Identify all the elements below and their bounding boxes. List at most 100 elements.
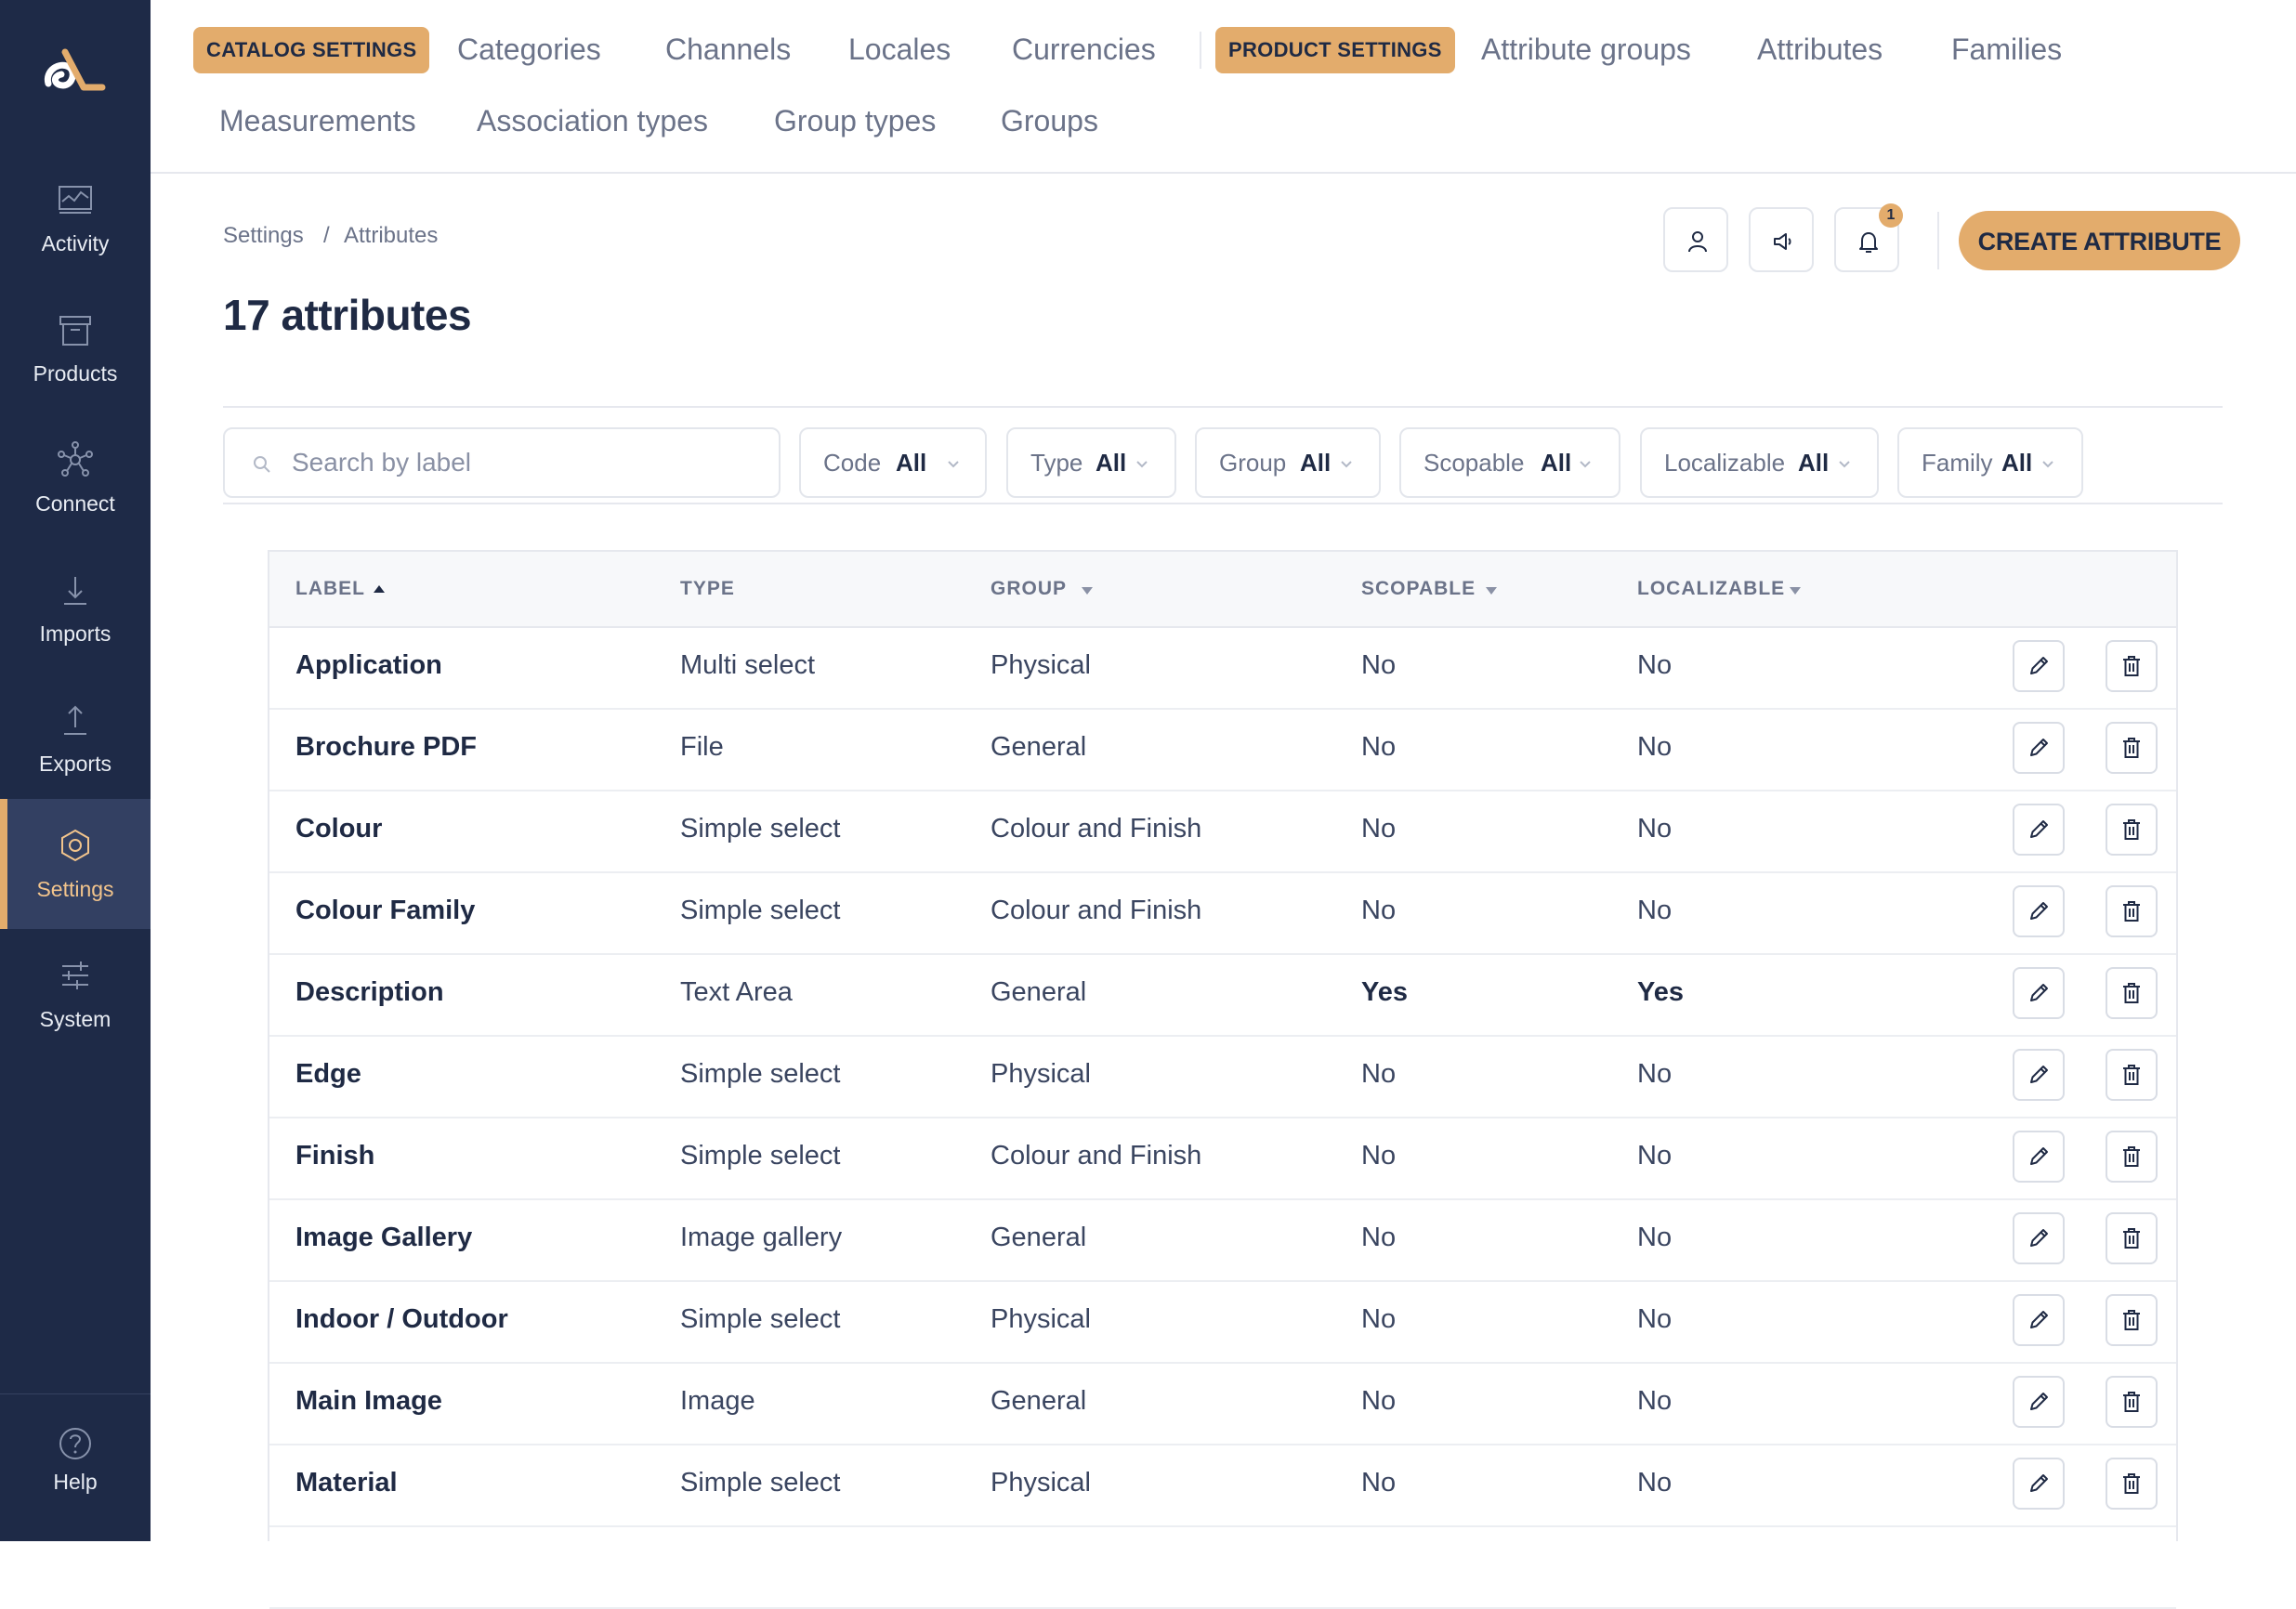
sidebar-item-exports[interactable]: Exports: [0, 674, 151, 804]
pencil-icon: [2030, 1474, 2048, 1492]
tab-attributes[interactable]: Attributes: [1757, 33, 1883, 67]
chevron-down-icon: [948, 461, 959, 468]
table-row[interactable]: Colour Family Simple select Colour and Fin…: [269, 871, 2176, 955]
sidebar-item-imports[interactable]: Imports: [0, 543, 151, 674]
column-header-scopable[interactable]: SCOPABLE: [1361, 578, 1476, 600]
column-header-label[interactable]: LABEL: [295, 578, 365, 600]
edit-button[interactable]: [2013, 1049, 2065, 1101]
catalog-settings-chip[interactable]: CATALOG SETTINGS: [193, 27, 430, 73]
tab-attribute-groups[interactable]: Attribute groups: [1481, 33, 1691, 67]
caret-down-icon[interactable]: [1788, 585, 1803, 596]
caret-down-icon[interactable]: [1080, 585, 1095, 596]
imports-icon: [64, 577, 86, 605]
edit-button[interactable]: [2013, 1458, 2065, 1510]
sort-ascending-icon[interactable]: [372, 583, 387, 595]
sidebar-item-label: Exports: [39, 752, 112, 776]
tab-categories[interactable]: Categories: [457, 33, 601, 67]
table-row[interactable]: Application Multi select Physical No No: [269, 626, 2176, 710]
sidebar-item-label: Activity: [41, 231, 110, 255]
delete-button[interactable]: [2106, 1294, 2158, 1346]
edit-button[interactable]: [2013, 1212, 2065, 1264]
filter-family[interactable]: Family All: [1897, 427, 2083, 498]
tab-group-types[interactable]: Group types: [774, 104, 936, 138]
delete-button[interactable]: [2106, 885, 2158, 937]
sidebar-item-system[interactable]: System: [0, 929, 151, 1059]
cell-group: Physical: [991, 1468, 1091, 1498]
filter-localizable[interactable]: Localizable All: [1640, 427, 1879, 498]
delete-button[interactable]: [2106, 640, 2158, 692]
table-row[interactable]: Description Text Area General Yes Yes: [269, 953, 2176, 1037]
caret-down-icon[interactable]: [1484, 585, 1499, 596]
trash-icon: [2123, 1392, 2140, 1412]
pencil-icon: [2030, 1066, 2048, 1083]
cell-localizable: No: [1637, 1059, 1673, 1089]
sidebar-item-label: Help: [53, 1470, 98, 1494]
filter-type[interactable]: Type All: [1006, 427, 1176, 498]
tab-association-types[interactable]: Association types: [477, 104, 708, 138]
filter-value: All: [1541, 449, 1572, 477]
delete-button[interactable]: [2106, 1049, 2158, 1101]
user-menu-button[interactable]: [1663, 207, 1728, 272]
sidebar-item-settings[interactable]: Settings: [0, 799, 151, 929]
product-settings-chip[interactable]: PRODUCT SETTINGS: [1215, 27, 1455, 73]
app-logo-icon[interactable]: [41, 43, 108, 98]
table-row[interactable]: Main Image Image General No No: [269, 1362, 2176, 1445]
delete-button[interactable]: [2106, 967, 2158, 1019]
table-row[interactable]: [269, 1525, 2176, 1609]
delete-button[interactable]: [2106, 804, 2158, 856]
edit-button[interactable]: [2013, 722, 2065, 774]
pencil-icon: [2030, 1311, 2048, 1328]
filter-scopable[interactable]: Scopable All: [1399, 427, 1620, 498]
sidebar-item-activity[interactable]: Activity: [0, 153, 151, 283]
tab-locales[interactable]: Locales: [848, 33, 951, 67]
breadcrumb-attributes[interactable]: Attributes: [344, 223, 438, 249]
edit-button[interactable]: [2013, 1131, 2065, 1183]
filter-top-divider: [223, 406, 2223, 408]
filter-label: Scopable: [1424, 449, 1525, 477]
sidebar-item-label: Imports: [39, 621, 112, 646]
trash-icon: [2123, 1146, 2140, 1167]
table-row[interactable]: Brochure PDF File General No No: [269, 708, 2176, 791]
tab-currencies[interactable]: Currencies: [1012, 33, 1156, 67]
search-input[interactable]: Search by label: [223, 427, 781, 498]
table-row[interactable]: Image Gallery Image gallery General No No: [269, 1198, 2176, 1282]
system-icon: [62, 961, 88, 989]
attributes-table: LABEL TYPE GROUP SCOPABLE LOCALIZABLE Ap…: [268, 550, 2178, 1609]
sidebar-item-help[interactable]: Help: [0, 1403, 151, 1533]
announcements-button[interactable]: [1749, 207, 1814, 272]
table-row[interactable]: Indoor / Outdoor Simple select Physical No N…: [269, 1280, 2176, 1364]
create-attribute-button[interactable]: CREATE ATTRIBUTE: [1959, 211, 2240, 270]
table-row[interactable]: Finish Simple select Colour and Finish No No: [269, 1117, 2176, 1200]
filter-code[interactable]: Code All: [799, 427, 987, 498]
trash-icon: [2123, 1228, 2140, 1249]
filter-group[interactable]: Group All: [1195, 427, 1381, 498]
table-row[interactable]: Material Simple select Physical No No: [269, 1444, 2176, 1527]
delete-button[interactable]: [2106, 1131, 2158, 1183]
tab-groups[interactable]: Groups: [1001, 104, 1098, 138]
breadcrumb-settings[interactable]: Settings: [223, 223, 304, 249]
sidebar-item-connect[interactable]: Connect: [0, 413, 151, 543]
edit-button[interactable]: [2013, 1294, 2065, 1346]
delete-button[interactable]: [2106, 1458, 2158, 1510]
cell-group: Physical: [991, 1304, 1091, 1334]
column-header-group[interactable]: GROUP: [991, 578, 1067, 600]
tab-families[interactable]: Families: [1951, 33, 2062, 67]
edit-button[interactable]: [2013, 640, 2065, 692]
trash-icon: [2123, 738, 2140, 758]
table-row[interactable]: Colour Simple select Colour and Finish No No: [269, 790, 2176, 873]
tab-channels[interactable]: Channels: [665, 33, 791, 67]
cell-type: Simple select: [680, 1059, 841, 1089]
delete-button[interactable]: [2106, 1376, 2158, 1428]
trash-icon: [2123, 1310, 2140, 1330]
edit-button[interactable]: [2013, 967, 2065, 1019]
delete-button[interactable]: [2106, 722, 2158, 774]
tab-measurements[interactable]: Measurements: [219, 104, 416, 138]
table-row[interactable]: Edge Simple select Physical No No: [269, 1035, 2176, 1118]
sidebar-item-products[interactable]: Products: [0, 283, 151, 413]
column-header-localizable[interactable]: LOCALIZABLE: [1637, 578, 1785, 600]
edit-button[interactable]: [2013, 804, 2065, 856]
cell-scopable: No: [1361, 1223, 1397, 1252]
edit-button[interactable]: [2013, 885, 2065, 937]
delete-button[interactable]: [2106, 1212, 2158, 1264]
edit-button[interactable]: [2013, 1376, 2065, 1428]
